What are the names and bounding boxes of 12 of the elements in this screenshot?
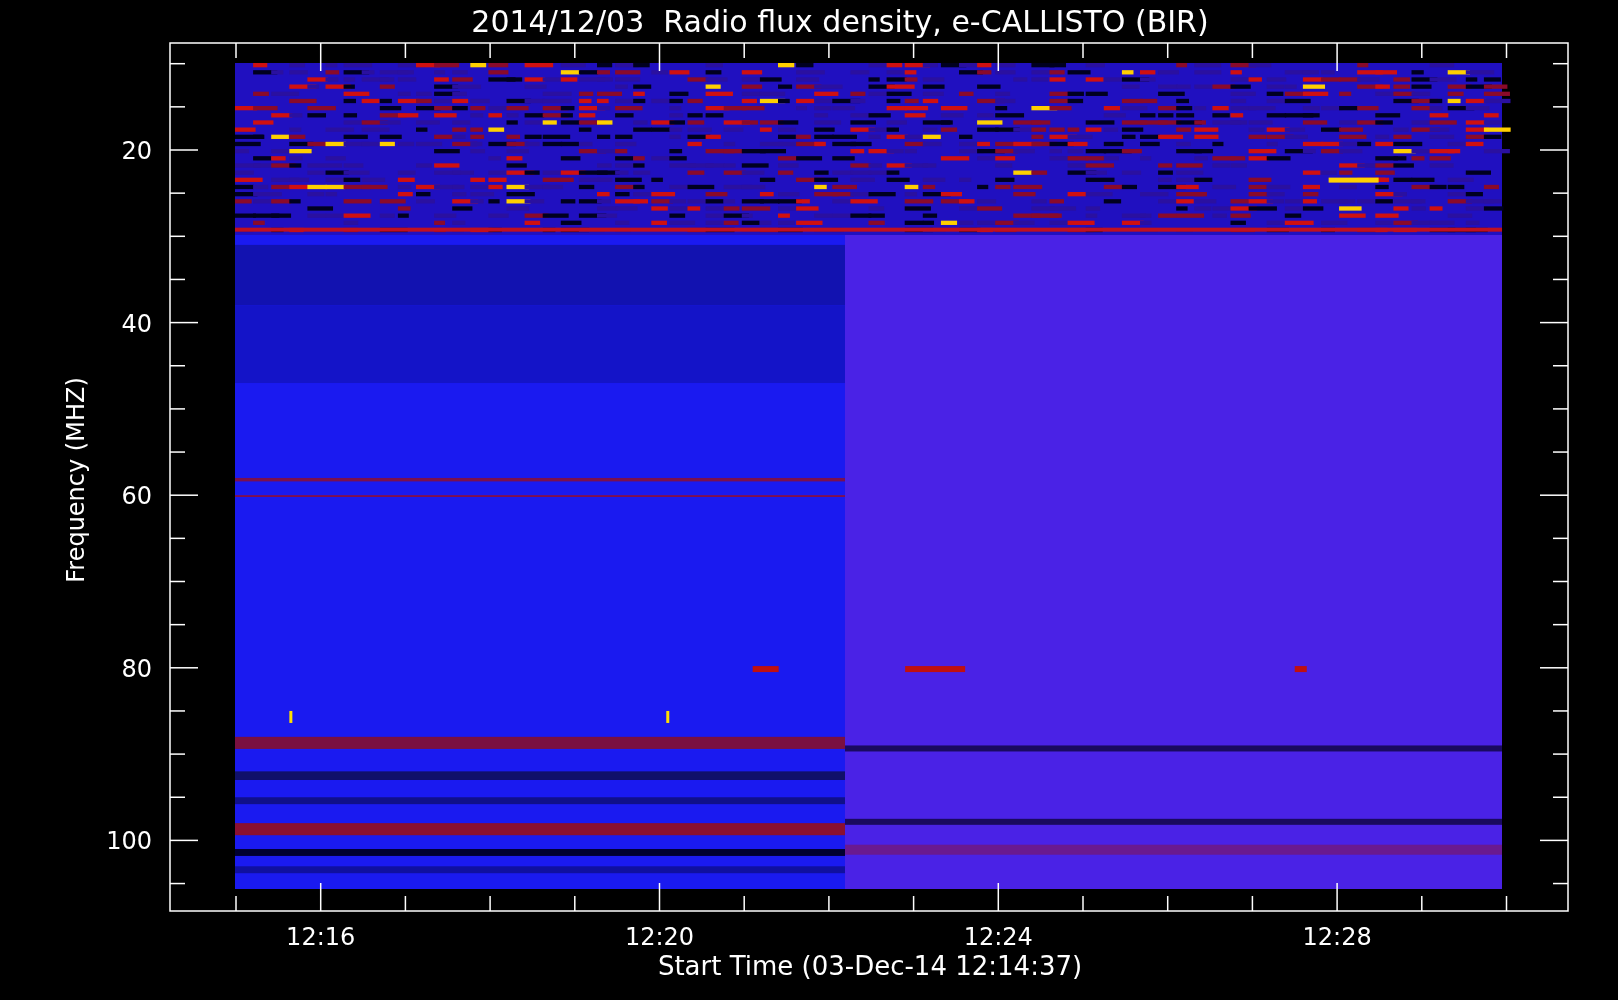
- x-tick-label: 12:24: [963, 923, 1033, 951]
- x-axis-label: Start Time (03-Dec-14 12:14:37): [657, 951, 1083, 981]
- y-tick-label: 40: [121, 309, 152, 338]
- x-tick-label: 12:20: [624, 923, 695, 951]
- y-axis-label: Frequency (MHZ): [62, 377, 90, 583]
- x-tick-label: 12:28: [1302, 923, 1372, 951]
- y-tick-label: 100: [106, 827, 152, 856]
- plot-title: 2014/12/03 Radio flux density, e-CALLISTO (BIR): [471, 4, 1209, 39]
- y-tick-label: 20: [121, 137, 152, 165]
- y-tick-label: 60: [121, 482, 152, 511]
- x-tick-label: 12:16: [286, 923, 356, 951]
- y-tick-label: 80: [121, 654, 152, 683]
